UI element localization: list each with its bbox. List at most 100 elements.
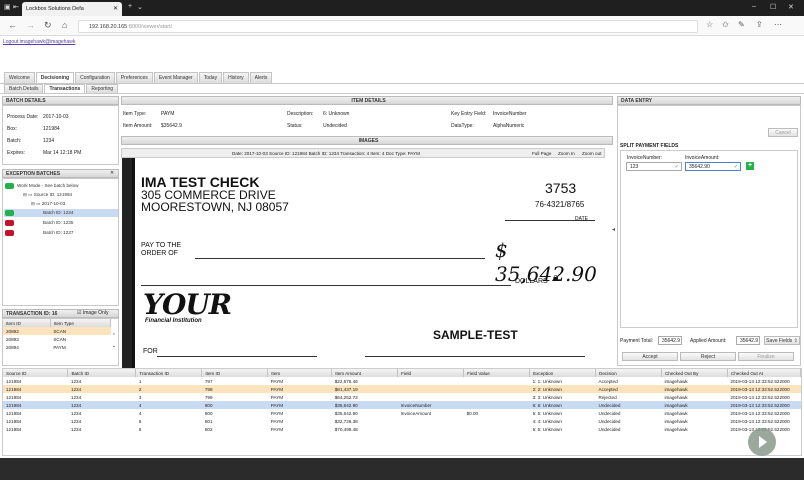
share-icon[interactable]: ⇪: [756, 20, 763, 29]
logout-link[interactable]: Logout imagehawk@imagehawk: [3, 39, 75, 45]
cancel-button[interactable]: Cancel: [768, 128, 798, 137]
new-tab-icon[interactable]: +: [128, 3, 132, 10]
cell: 20894: [6, 344, 19, 350]
table-row[interactable]: 121984 1234 3 799 PAYM $64,252.73 3: 3: Unknow…: [3, 393, 801, 401]
tab-alerts[interactable]: Alerts: [249, 72, 273, 83]
table-row[interactable]: 20893 SCAN: [3, 335, 111, 343]
save-icon: ⇪: [793, 338, 798, 344]
home-icon[interactable]: ⌂: [62, 20, 67, 30]
accept-button[interactable]: Accept: [622, 352, 678, 361]
col-source-id[interactable]: Source ID: [3, 369, 69, 377]
favorite-icon[interactable]: ☆: [706, 20, 713, 29]
col-decision[interactable]: Decision: [595, 369, 662, 377]
table-row[interactable]: 121984 1234 4 800 PAYM $35,642.90 InvoiceAmoun…: [3, 409, 801, 417]
applied-amount-field[interactable]: 35642.9: [736, 336, 760, 345]
table-row[interactable]: 121984 1234 1 797 PAYM $22,576.46 1: 1: Unknow…: [3, 377, 801, 385]
window-menu-icon[interactable]: ▣: [4, 3, 11, 11]
tab-transactions[interactable]: Transactions: [44, 84, 86, 93]
col-exception[interactable]: Exception: [529, 369, 597, 377]
col-transaction-id[interactable]: Transaction ID: [135, 369, 203, 377]
check-address2: MOORESTOWN, NJ 08057: [141, 200, 289, 214]
forward-icon[interactable]: →: [26, 20, 35, 30]
col-item-id[interactable]: Item ID: [201, 369, 269, 377]
scroll-up-icon[interactable]: ⌃: [112, 333, 116, 339]
pen-icon[interactable]: ✎: [738, 20, 745, 29]
table-row[interactable]: 121984 1234 5 801 PAYM $32,726.38 4: 4: Unknow…: [3, 417, 801, 425]
tab-today[interactable]: Today: [198, 72, 223, 83]
refresh-icon[interactable]: ↻: [44, 20, 52, 31]
grid-cell: $35,642.90: [334, 402, 358, 408]
scroll-down-icon[interactable]: ⌄: [112, 343, 116, 349]
save-fields-button[interactable]: Save Fields ⇪: [764, 336, 800, 345]
tab-preferences[interactable]: Preferences: [115, 72, 153, 83]
grid-cell: 121984: [6, 402, 22, 408]
grid-cell: 6: [138, 426, 142, 432]
table-row[interactable]: 121984 1234 6 802 PAYM $70,499.48 5: 5: Unknow…: [3, 425, 801, 433]
table-row[interactable]: 121984 1234 4 800 PAYM $35,642.90 InvoiceNumbe…: [3, 401, 801, 409]
col-checked-out-by[interactable]: Checked Out By: [661, 369, 728, 377]
grid-cell: InvoiceAmount: [400, 410, 432, 416]
col-batch-id[interactable]: Batch ID: [67, 369, 137, 377]
finalize-button[interactable]: Finalize: [738, 352, 794, 361]
grid-cell: 799: [204, 394, 213, 400]
col-checked-out-at[interactable]: Checked Out At: [727, 369, 802, 377]
zoom-out-button[interactable]: Zoom out: [582, 151, 601, 156]
table-row[interactable]: 121984 1234 2 798 PAYM $81,437.19 2: 2: Unknow…: [3, 385, 801, 393]
col-field-value[interactable]: Field Value: [463, 369, 531, 377]
grid-cell: 802: [204, 426, 213, 432]
valid-check-icon: ✓: [733, 164, 738, 170]
payment-total-field[interactable]: 35642.9: [658, 336, 682, 345]
tab-batch-details[interactable]: Batch Details: [4, 84, 44, 93]
tree-batch-1235[interactable]: Batch ID: 1235: [43, 220, 73, 225]
tab-back-icon[interactable]: ⇤: [13, 3, 19, 11]
add-row-button[interactable]: +: [746, 162, 754, 170]
minimize-icon[interactable]: –: [752, 3, 756, 10]
back-icon[interactable]: ←: [8, 20, 17, 30]
url-input[interactable]: 192.168.20.165:8000/viewer/start/: [78, 20, 698, 33]
col-item-type[interactable]: Item Type: [50, 319, 112, 327]
tab-history[interactable]: History: [223, 72, 249, 83]
tree-batch-1237[interactable]: Batch ID: 1237: [43, 230, 73, 235]
table-row[interactable]: 20894 PAYM: [3, 343, 111, 351]
invoice-amount-field[interactable]: 35642.90 ✓: [685, 162, 741, 171]
tab-welcome[interactable]: Welcome: [4, 72, 35, 83]
tab-decisioning[interactable]: Decisioning: [35, 72, 75, 83]
exception-batches-header: EXCEPTION BATCHES: [2, 169, 119, 178]
invoice-number-field[interactable]: 123 ✓: [626, 162, 682, 171]
tree-batch-1234[interactable]: Batch ID: 1234: [43, 210, 73, 215]
close-tab-icon[interactable]: ✕: [113, 5, 118, 12]
image-toolbar: Date: 2017-10-03 Source ID: 121984 Batch…: [121, 148, 605, 158]
play-button[interactable]: [748, 428, 776, 456]
collapse-icon[interactable]: ✕: [110, 170, 114, 176]
grid-cell: 1234: [70, 426, 82, 432]
tab-dropdown-icon[interactable]: ⌄: [137, 3, 143, 11]
grid-cell: $22,576.46: [334, 378, 358, 384]
full-page-button[interactable]: Full Page: [532, 151, 551, 156]
tab-event-manager[interactable]: Event Manager: [153, 72, 198, 83]
collapse-panel-icon[interactable]: ◂: [612, 226, 615, 233]
tree-source[interactable]: ⊟ ▭ Source ID: 121984: [23, 192, 72, 198]
more-icon[interactable]: ⋯: [774, 20, 782, 29]
image-only-checkbox[interactable]: ☑ Image Only: [77, 310, 108, 316]
check-image-viewer[interactable]: IMA TEST CHECK 305 COMMERCE DRIVE MOORES…: [122, 158, 604, 368]
tree-date[interactable]: ⊟ ▭ 2017-10-03: [31, 201, 65, 207]
amount-line: [141, 285, 511, 286]
grid-cell: Rejected: [598, 394, 617, 400]
status-green-icon: [5, 183, 14, 189]
sub-tabs: Batch Details Transactions Reporting: [0, 84, 804, 94]
close-window-icon[interactable]: ✕: [788, 3, 794, 11]
tab-configuration[interactable]: Configuration: [75, 72, 115, 83]
maximize-icon[interactable]: ☐: [770, 3, 776, 11]
zoom-in-button[interactable]: Zoom In: [558, 151, 575, 156]
favorites-bar-icon[interactable]: ✩: [722, 20, 729, 29]
app-tabs: Welcome Decisioning Configuration Prefer…: [0, 72, 804, 84]
browser-tab[interactable]: Lockbox Solutions Defa ✕: [22, 2, 122, 16]
grid-cell: 1234: [70, 410, 82, 416]
col-item-id[interactable]: Item ID: [3, 319, 51, 327]
col-field[interactable]: Field: [397, 369, 465, 377]
col-item-amount[interactable]: Item Amount: [331, 369, 399, 377]
table-row[interactable]: 20892 SCAN: [3, 327, 111, 335]
reject-button[interactable]: Reject: [680, 352, 736, 361]
col-item[interactable]: Item: [267, 369, 333, 377]
tab-reporting[interactable]: Reporting: [86, 84, 119, 93]
